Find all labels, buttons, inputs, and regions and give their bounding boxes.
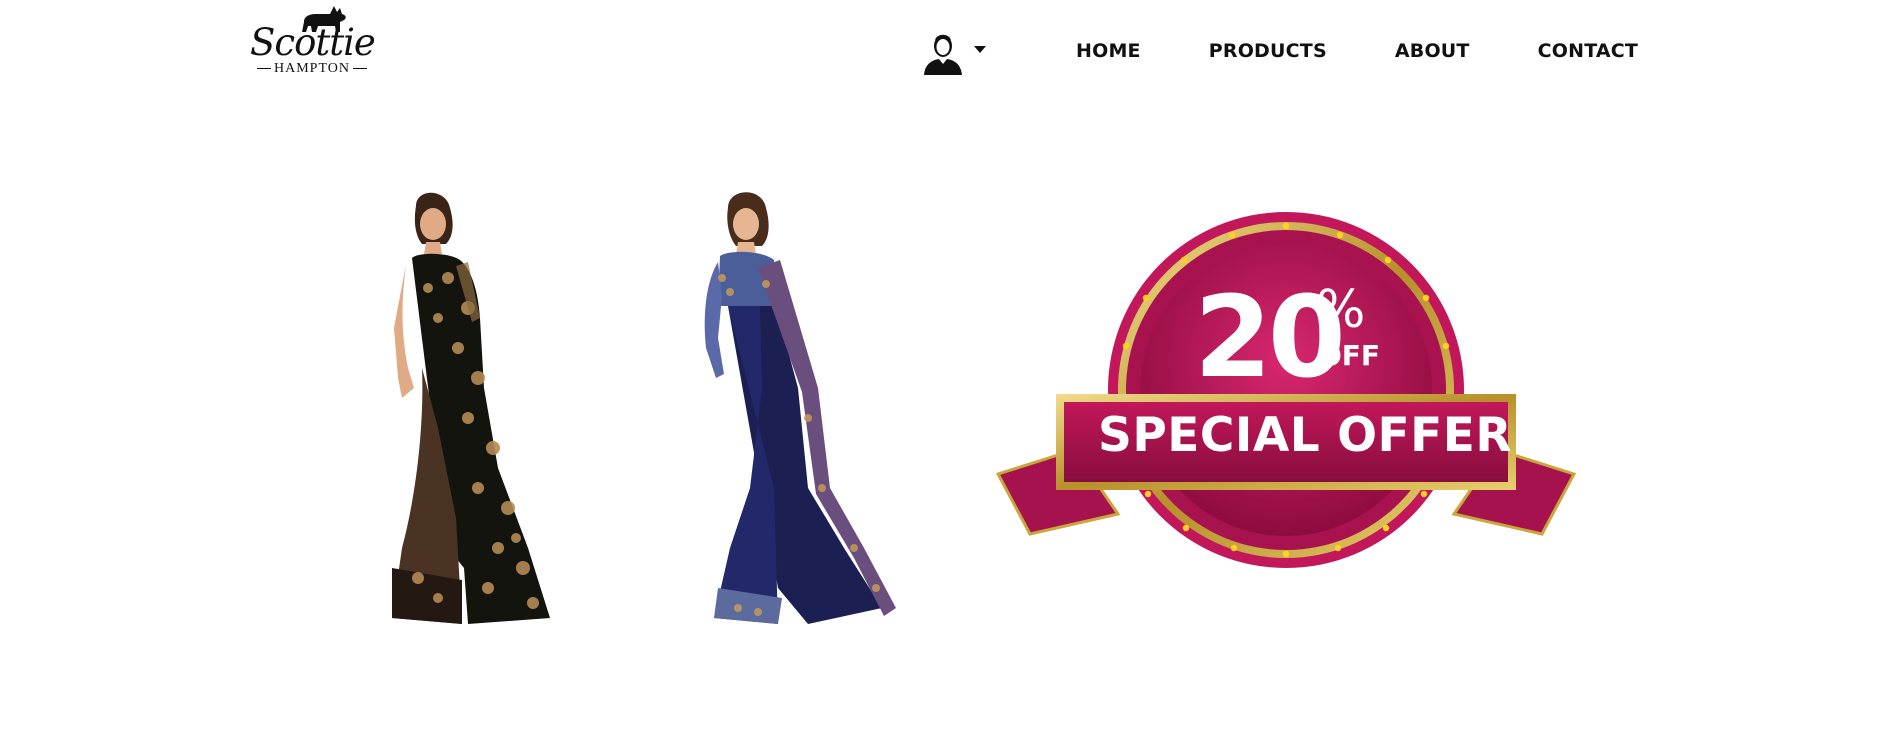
- brand-tagline: HAMPTON: [250, 62, 374, 76]
- brand-name: Scottie: [250, 21, 376, 64]
- saree-black-gold-illustration: [392, 192, 550, 624]
- product-image-saree-navy-printed[interactable]: [658, 188, 928, 632]
- offer-headline: SPECIAL OFFER: [1098, 408, 1513, 463]
- nav-contact[interactable]: CONTACT: [1538, 40, 1639, 62]
- nav-about[interactable]: ABOUT: [1395, 40, 1470, 62]
- brand-logo[interactable]: Scottie HAMPTON: [250, 2, 378, 80]
- offer-percent-sign: %: [1316, 280, 1366, 340]
- offer-off-label: OFF: [1318, 339, 1381, 372]
- user-account-menu[interactable]: [922, 31, 992, 75]
- special-offer-badge[interactable]: 20 % OFF SPECIAL OFFER: [988, 212, 1584, 572]
- product-image-saree-black-gold[interactable]: [328, 188, 578, 632]
- nav-products[interactable]: PRODUCTS: [1209, 40, 1327, 62]
- saree-navy-printed-illustration: [704, 192, 896, 624]
- nav-home[interactable]: HOME: [1076, 40, 1141, 62]
- main-nav: HOME PRODUCTS ABOUT CONTACT: [1076, 40, 1638, 62]
- user-avatar-icon: [924, 34, 962, 75]
- site-header: Scottie HAMPTON HOME PRODUCTS ABOUT CONT…: [0, 0, 1895, 100]
- caret-down-icon[interactable]: [974, 46, 986, 53]
